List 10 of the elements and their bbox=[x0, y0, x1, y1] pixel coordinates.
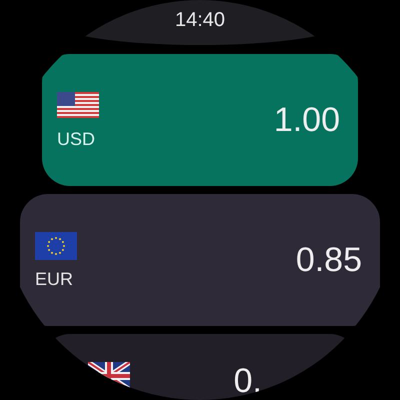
currency-card[interactable]: EUR 0.85 bbox=[20, 194, 380, 326]
flag-icon bbox=[35, 232, 77, 260]
currency-code: EUR bbox=[35, 270, 74, 288]
amount-value: 1.00 bbox=[274, 103, 340, 137]
currency-card[interactable]: USD 1.00 bbox=[42, 54, 358, 186]
flag-icon bbox=[57, 92, 99, 120]
amount-value: 0. bbox=[234, 364, 262, 398]
currency-code: USD bbox=[57, 130, 96, 148]
clock-time: 14:40 bbox=[174, 10, 226, 30]
amount-value: 0.85 bbox=[296, 243, 362, 277]
